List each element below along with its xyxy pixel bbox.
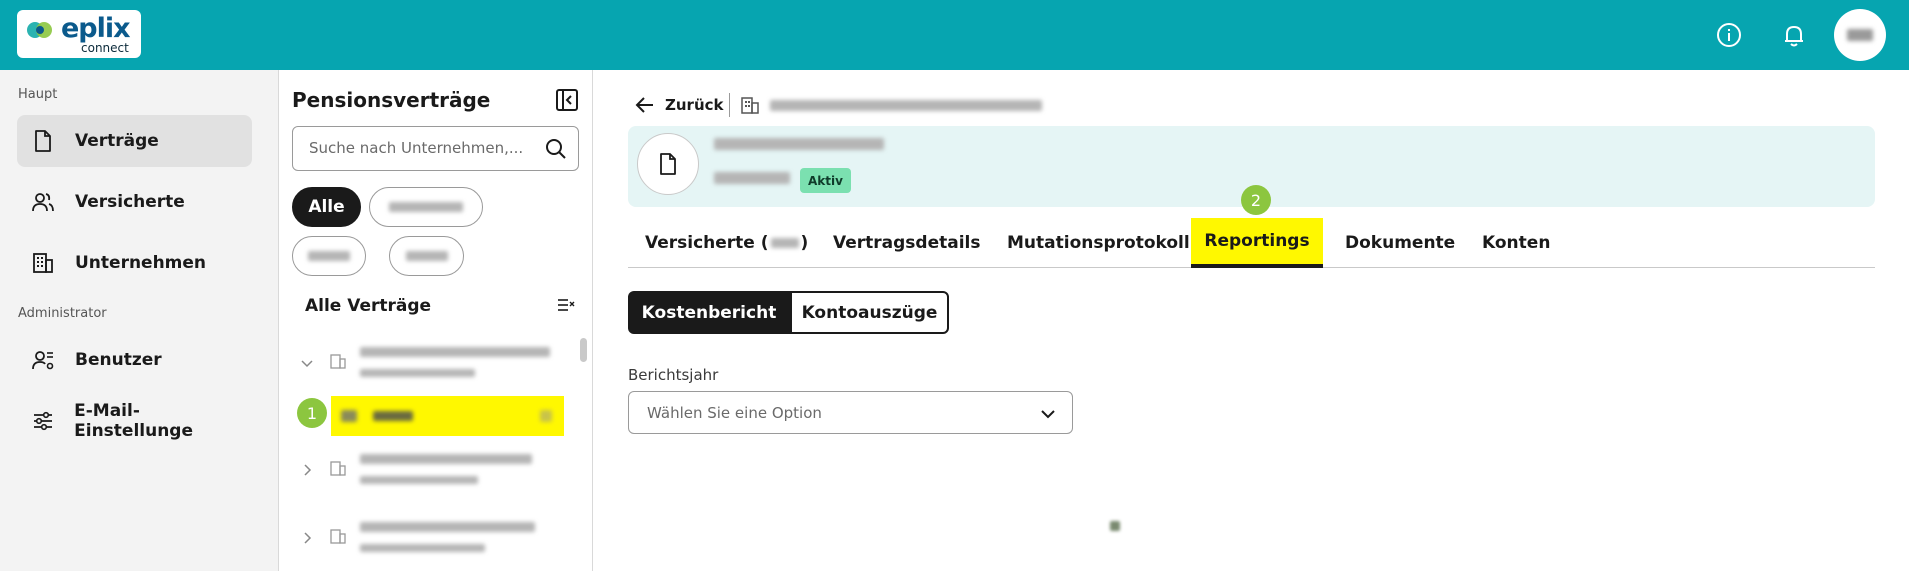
chip-label-redacted bbox=[308, 251, 350, 261]
tab-versicherte[interactable]: Versicherte ( ) bbox=[645, 218, 808, 268]
chevron-down-icon bbox=[1041, 410, 1055, 419]
eplix-logo[interactable]: eplix connect bbox=[17, 10, 141, 58]
company-search[interactable] bbox=[292, 126, 579, 171]
segment-kostenbericht[interactable]: Kostenbericht bbox=[628, 291, 790, 334]
contract-status-icon bbox=[540, 410, 552, 422]
segment-kontoauszuege[interactable]: Kontoauszüge bbox=[790, 291, 949, 334]
contract-icon bbox=[341, 410, 357, 422]
tab-reportings[interactable]: Reportings bbox=[1191, 218, 1323, 268]
tab-label: Dokumente bbox=[1345, 233, 1456, 253]
nav-section-admin: Administrator bbox=[18, 306, 107, 321]
back-label: Zurück bbox=[665, 96, 724, 114]
info-icon[interactable] bbox=[1711, 17, 1747, 53]
nav-section-main: Haupt bbox=[18, 87, 58, 102]
user-admin-icon bbox=[31, 348, 55, 372]
logo-text: eplix bbox=[61, 13, 131, 44]
building-icon bbox=[330, 461, 346, 476]
company-id-redacted bbox=[360, 369, 475, 377]
chevron-down-icon[interactable] bbox=[300, 356, 314, 370]
tab-vertragsdetails[interactable]: Vertragsdetails bbox=[833, 218, 980, 268]
contract-row-selected[interactable] bbox=[331, 396, 564, 436]
search-icon[interactable] bbox=[545, 138, 567, 160]
filter-list-icon[interactable] bbox=[556, 295, 576, 315]
company-name-redacted bbox=[360, 347, 550, 357]
company-id-redacted bbox=[360, 476, 478, 484]
tab-dokumente[interactable]: Dokumente bbox=[1345, 218, 1455, 268]
filter-chip[interactable] bbox=[292, 236, 366, 276]
berichtsjahr-label: Berichtsjahr bbox=[628, 366, 719, 384]
contracts-panel: Pensionsverträge Alle Alle Verträge bbox=[279, 70, 593, 571]
contract-title-redacted bbox=[714, 138, 884, 150]
company-id-redacted bbox=[360, 544, 485, 552]
avatar-initials bbox=[1847, 29, 1873, 41]
tab-label: Vertragsdetails bbox=[833, 233, 981, 253]
company-name-redacted bbox=[360, 522, 535, 532]
loading-indicator bbox=[1110, 521, 1120, 531]
tab-konten[interactable]: Konten bbox=[1482, 218, 1550, 268]
chip-label-redacted bbox=[405, 251, 448, 261]
contract-number-redacted bbox=[714, 172, 790, 184]
top-bar: eplix connect bbox=[0, 0, 1909, 70]
nav-item-vertraege[interactable]: Verträge bbox=[17, 115, 252, 167]
chevron-right-icon[interactable] bbox=[300, 531, 314, 545]
back-button[interactable]: Zurück bbox=[635, 92, 724, 118]
filter-chip[interactable] bbox=[369, 187, 483, 227]
logo-mark-icon bbox=[27, 22, 52, 38]
left-navigation: Haupt Verträge Versicherte Unternehmen A… bbox=[0, 70, 279, 571]
panel-title: Pensionsverträge bbox=[292, 88, 491, 112]
status-badge: Aktiv bbox=[800, 168, 851, 193]
tree-row[interactable] bbox=[289, 340, 569, 386]
tree-row[interactable] bbox=[289, 515, 569, 561]
collapse-panel-icon[interactable] bbox=[554, 87, 580, 113]
filter-chip-alle[interactable]: Alle bbox=[292, 187, 361, 227]
document-icon bbox=[660, 153, 676, 175]
document-icon bbox=[31, 129, 55, 153]
tab-label: Mutationsprotokoll bbox=[1007, 233, 1190, 253]
nav-item-label: Unternehmen bbox=[75, 253, 207, 273]
chevron-right-icon[interactable] bbox=[300, 463, 314, 477]
nav-item-label: Benutzer bbox=[75, 350, 162, 370]
sliders-icon bbox=[31, 409, 54, 433]
tab-bar: Versicherte ( ) Vertragsdetails Mutation… bbox=[628, 218, 1875, 268]
chip-label: Alle bbox=[308, 197, 345, 217]
tab-count-redacted bbox=[770, 238, 799, 248]
tab-mutationsprotokoll[interactable]: Mutationsprotokoll bbox=[1007, 218, 1190, 268]
tree-row[interactable] bbox=[289, 447, 569, 493]
breadcrumb-divider bbox=[729, 93, 730, 117]
nav-item-label: Versicherte bbox=[75, 192, 185, 212]
nav-item-label: Verträge bbox=[75, 131, 159, 151]
select-placeholder: Wählen Sie eine Option bbox=[647, 404, 822, 422]
users-icon bbox=[31, 190, 55, 214]
avatar[interactable] bbox=[1834, 9, 1886, 61]
building-icon bbox=[741, 97, 759, 114]
company-name-redacted bbox=[360, 454, 532, 464]
search-input[interactable] bbox=[309, 139, 539, 157]
tab-label: Konten bbox=[1482, 233, 1551, 253]
nav-item-email-einstellungen[interactable]: E-Mail-Einstellunge bbox=[17, 395, 252, 447]
tab-label: Versicherte ( bbox=[645, 233, 769, 253]
logo-subtext: connect bbox=[81, 41, 129, 55]
building-icon bbox=[330, 529, 346, 544]
contract-avatar bbox=[637, 133, 699, 195]
step-marker-2: 2 bbox=[1241, 185, 1271, 215]
building-icon bbox=[330, 354, 346, 369]
nav-item-label: E-Mail-Einstellunge bbox=[74, 401, 194, 441]
nav-item-benutzer[interactable]: Benutzer bbox=[17, 334, 252, 386]
step-marker-1: 1 bbox=[297, 398, 327, 428]
list-title: Alle Verträge bbox=[305, 296, 432, 316]
nav-item-versicherte[interactable]: Versicherte bbox=[17, 176, 252, 228]
building-icon bbox=[31, 251, 55, 275]
breadcrumb-company-redacted[interactable] bbox=[770, 100, 1042, 111]
bell-icon[interactable] bbox=[1776, 17, 1812, 53]
tab-label-suffix: ) bbox=[800, 233, 809, 253]
filter-chip[interactable] bbox=[389, 236, 464, 276]
arrow-left-icon bbox=[635, 97, 653, 113]
nav-item-unternehmen[interactable]: Unternehmen bbox=[17, 237, 252, 289]
scrollbar[interactable] bbox=[580, 338, 587, 362]
tab-label: Reportings bbox=[1204, 231, 1310, 251]
chip-label-redacted bbox=[389, 202, 463, 212]
contract-name-redacted bbox=[373, 411, 413, 421]
berichtsjahr-select[interactable]: Wählen Sie eine Option bbox=[628, 391, 1073, 434]
